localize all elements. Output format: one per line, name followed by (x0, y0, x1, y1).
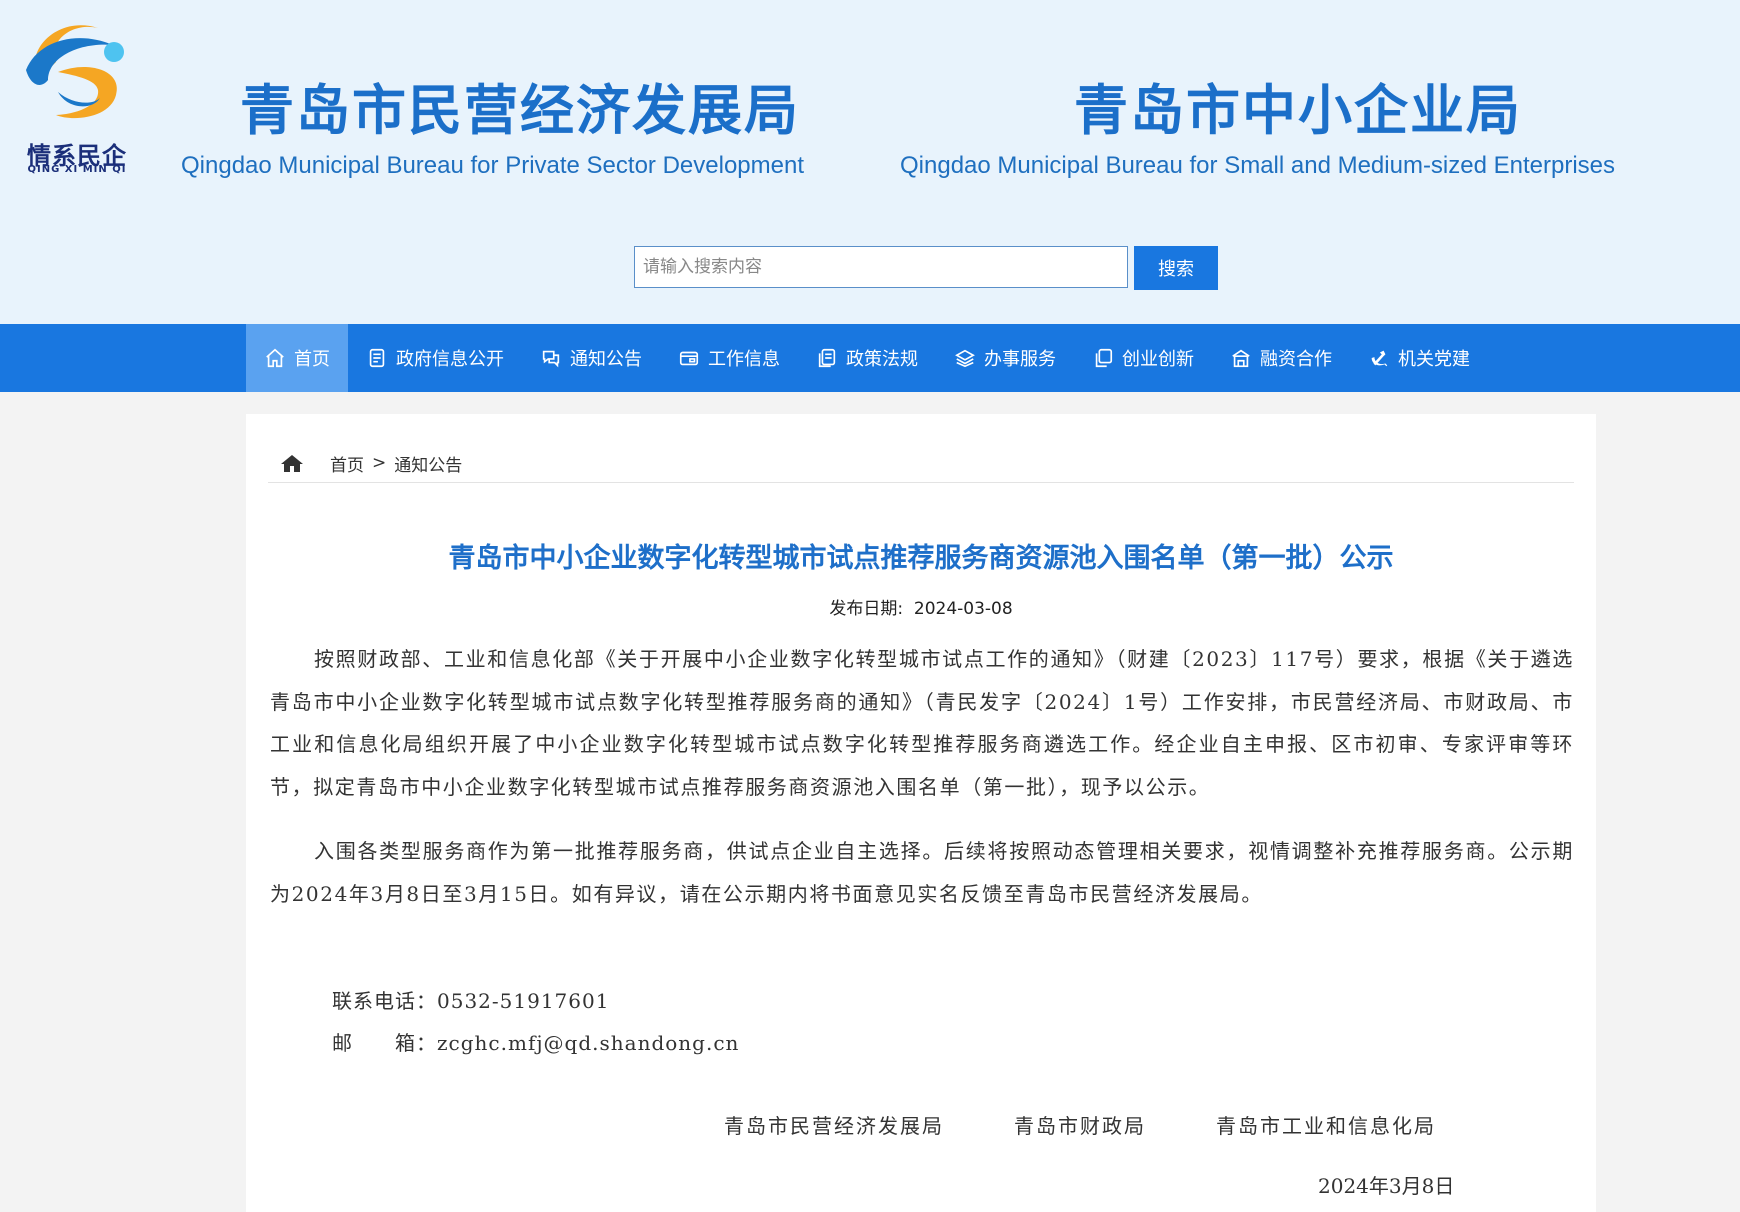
org1-title-en: Qingdao Municipal Bureau for Private Sec… (181, 152, 804, 179)
nav-label: 政府信息公开 (396, 349, 504, 370)
contact-phone-label: 联系电话： (332, 989, 437, 1013)
site-header: 情系民企 QING XI MIN QI 青岛市民营经济发展局 Qingdao M… (0, 0, 1740, 324)
main-nav: 首页 政府信息公开 通知公告 工作信息 政策法规 办事服务 创业创新 融资合作 … (0, 324, 1740, 392)
org2-title-cn: 青岛市中小企业局 (1074, 79, 1522, 142)
nav-label: 融资合作 (1260, 349, 1332, 370)
document-list-icon (366, 347, 388, 369)
contact-email: zcghc.mfj@qd.shandong.cn (437, 1031, 740, 1055)
nav-item-services[interactable]: 办事服务 (936, 324, 1074, 392)
search-button[interactable]: 搜索 (1134, 246, 1218, 290)
org2-title-en: Qingdao Municipal Bureau for Small and M… (900, 152, 1616, 179)
breadcrumb-current-link[interactable]: 通知公告 (394, 451, 462, 476)
nav-item-home[interactable]: 首页 (246, 324, 348, 392)
org1-title-cn: 青岛市民营经济发展局 (240, 79, 800, 142)
contact-phone-row: 联系电话：0532-51917601 (332, 980, 739, 1022)
signer: 青岛市财政局 (1014, 1114, 1146, 1138)
nav-label: 工作信息 (708, 349, 780, 370)
nav-item-policy[interactable]: 政策法规 (798, 324, 936, 392)
nav-item-work-info[interactable]: 工作信息 (660, 324, 798, 392)
publish-date-label: 发布日期: (829, 599, 904, 619)
nav-item-party[interactable]: 机关党建 (1350, 324, 1488, 392)
signer: 青岛市民营经济发展局 (724, 1114, 944, 1138)
nav-label: 通知公告 (570, 349, 642, 370)
logo-en-text: QING XI MIN QI (27, 164, 127, 175)
layers-icon (954, 347, 976, 369)
search-input[interactable] (634, 246, 1128, 288)
article-paragraph: 按照财政部、工业和信息化部《关于开展中小企业数字化转型城市试点工作的通知》（财建… (270, 647, 1574, 799)
search-bar: 搜索 (634, 246, 1218, 290)
signer: 青岛市工业和信息化局 (1216, 1114, 1436, 1138)
article-title: 青岛市中小企业数字化转型城市试点推荐服务商资源池入围名单（第一批）公示 (448, 543, 1394, 574)
nav-item-gov-info[interactable]: 政府信息公开 (348, 324, 522, 392)
contact-phone: 0532-51917601 (437, 989, 610, 1013)
contact-email-row: 邮 箱：zcghc.mfj@qd.shandong.cn (332, 1022, 739, 1064)
home-icon (264, 347, 286, 369)
article-body: 按照财政部、工业和信息化部《关于开展中小企业数字化转型城市试点工作的通知》（财建… (270, 638, 1574, 915)
nav-item-innovation[interactable]: 创业创新 (1074, 324, 1212, 392)
building-icon (1230, 347, 1252, 369)
contact-info: 联系电话：0532-51917601 邮 箱：zcghc.mfj@qd.shan… (332, 980, 739, 1064)
nav-label: 创业创新 (1122, 349, 1194, 370)
nav-label: 办事服务 (984, 349, 1056, 370)
breadcrumb: 首页 > 通知公告 (268, 444, 1574, 483)
article-panel: 首页 > 通知公告 青岛市中小企业数字化转型城市试点推荐服务商资源池入围名单（第… (246, 414, 1596, 1212)
article-paragraph: 入围各类型服务商作为第一批推荐服务商，供试点企业自主选择。后续将按照动态管理相关… (270, 839, 1574, 906)
nav-item-notices[interactable]: 通知公告 (522, 324, 660, 392)
id-card-icon (678, 347, 700, 369)
publish-date-value: 2024-03-08 (913, 599, 1013, 619)
party-emblem-icon (1368, 347, 1390, 369)
contact-email-label: 邮 箱： (332, 1031, 437, 1055)
site-logo[interactable]: 情系民企 QING XI MIN QI (18, 10, 136, 180)
logo-emblem-icon (26, 25, 124, 119)
copy-icon (1092, 347, 1114, 369)
breadcrumb-home-link[interactable]: 首页 (330, 451, 364, 476)
nav-item-financing[interactable]: 融资合作 (1212, 324, 1350, 392)
nav-label: 首页 (294, 349, 330, 370)
nav-label: 机关党建 (1398, 349, 1470, 370)
signing-organizations: 青岛市民营经济发展局 青岛市财政局 青岛市工业和信息化局 (724, 1110, 1506, 1139)
nav-label: 政策法规 (846, 349, 918, 370)
sign-date: 2024年3月8日 (1318, 1174, 1455, 1198)
breadcrumb-separator: > (372, 453, 387, 473)
publish-date: 发布日期: 2024-03-08 (246, 594, 1596, 619)
files-icon (816, 347, 838, 369)
home-icon (281, 455, 303, 472)
chat-bubbles-icon (540, 347, 562, 369)
